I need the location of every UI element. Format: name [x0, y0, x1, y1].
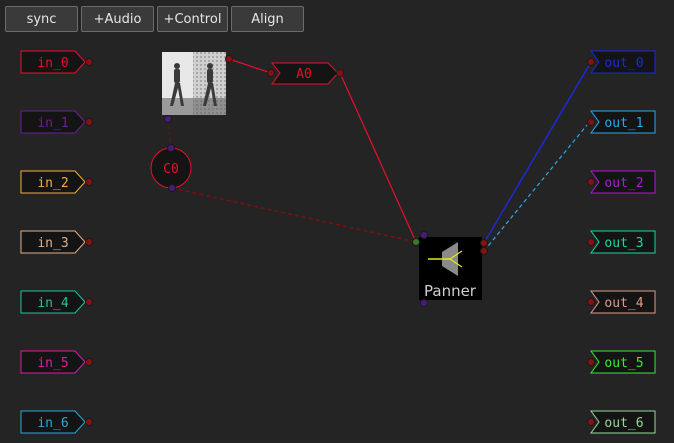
output-node-5[interactable]: out_5: [587, 350, 656, 374]
panner-label: Panner: [424, 282, 477, 300]
input-output-port[interactable]: [85, 238, 93, 246]
output-node-0[interactable]: out_0: [587, 50, 656, 74]
panner-output-port-left[interactable]: [480, 239, 488, 247]
video-output-port[interactable]: [225, 55, 233, 63]
output-label: out_1: [604, 116, 643, 131]
output-input-port[interactable]: [587, 418, 595, 426]
wire-panner-to-out0[interactable]: [483, 61, 592, 244]
video-node[interactable]: [162, 52, 233, 123]
wire-video-to-c0[interactable]: [167, 119, 172, 149]
input-output-port[interactable]: [85, 118, 93, 126]
output-node-1[interactable]: out_1: [587, 110, 656, 134]
patch-graph-canvas[interactable]: in_0in_1in_2in_3in_4in_5in_6 out_0out_1o…: [0, 0, 674, 443]
input-output-port[interactable]: [85, 358, 93, 366]
input-output-port[interactable]: [85, 298, 93, 306]
wire-c0-to-panner[interactable]: [171, 187, 417, 243]
output-input-port[interactable]: [587, 238, 595, 246]
panner-control-input-port[interactable]: [420, 231, 428, 239]
output-label: out_3: [604, 236, 643, 251]
input-node-3[interactable]: in_3: [20, 230, 93, 254]
audio-clip-input-port[interactable]: [267, 69, 275, 77]
panner-output-port-right[interactable]: [480, 247, 488, 255]
input-node-5[interactable]: in_5: [20, 350, 93, 374]
output-node-3[interactable]: out_3: [587, 230, 656, 254]
audio-clip-node[interactable]: A0: [267, 62, 344, 85]
output-label: out_2: [604, 176, 643, 191]
wire-panner-to-out1[interactable]: [483, 124, 588, 252]
control-label: C0: [163, 162, 179, 177]
output-label: out_0: [604, 56, 643, 71]
input-node-2[interactable]: in_2: [20, 170, 93, 194]
output-input-port[interactable]: [587, 298, 595, 306]
wire-a0-to-panner[interactable]: [339, 72, 417, 243]
input-label: in_2: [37, 176, 68, 191]
audio-clip-output-port[interactable]: [336, 69, 344, 77]
panner-node[interactable]: Panner: [412, 231, 488, 307]
input-label: in_3: [37, 236, 68, 251]
output-column: out_0 out_1 out_2 out_3 out_4 out_5 out_6: [587, 50, 656, 434]
output-input-port[interactable]: [587, 118, 595, 126]
output-input-port[interactable]: [587, 178, 595, 186]
output-node-2[interactable]: out_2: [587, 170, 656, 194]
input-label: in_4: [37, 296, 68, 311]
input-label: in_5: [37, 356, 68, 371]
input-output-port[interactable]: [85, 178, 93, 186]
output-node-4[interactable]: out_4: [587, 290, 656, 314]
wires: [167, 58, 592, 252]
audio-clip-label: A0: [296, 67, 312, 82]
control-output-port[interactable]: [168, 184, 176, 192]
input-node-4[interactable]: in_4: [20, 290, 93, 314]
input-output-port[interactable]: [85, 418, 93, 426]
input-label: in_1: [37, 116, 68, 131]
panner-audio-input-port[interactable]: [412, 238, 420, 246]
input-label: in_0: [37, 56, 68, 71]
output-label: out_5: [604, 356, 643, 371]
control-input-port[interactable]: [167, 144, 175, 152]
input-node-1[interactable]: in_1: [20, 110, 93, 134]
output-label: out_4: [604, 296, 643, 311]
control-node[interactable]: C0: [150, 144, 192, 192]
output-input-port[interactable]: [587, 58, 595, 66]
input-label: in_6: [37, 416, 68, 431]
video-control-port[interactable]: [164, 115, 172, 123]
input-column: in_0 in_1 in_2 in_3 in_4 in_5 in_6: [20, 50, 93, 434]
input-node-0[interactable]: in_0: [20, 50, 93, 74]
input-node-6[interactable]: in_6: [20, 410, 93, 434]
output-input-port[interactable]: [587, 358, 595, 366]
panner-control-output-port[interactable]: [420, 299, 428, 307]
output-label: out_6: [604, 416, 643, 431]
output-node-6[interactable]: out_6: [587, 410, 656, 434]
input-output-port[interactable]: [85, 58, 93, 66]
wire-video-to-a0[interactable]: [228, 58, 272, 74]
